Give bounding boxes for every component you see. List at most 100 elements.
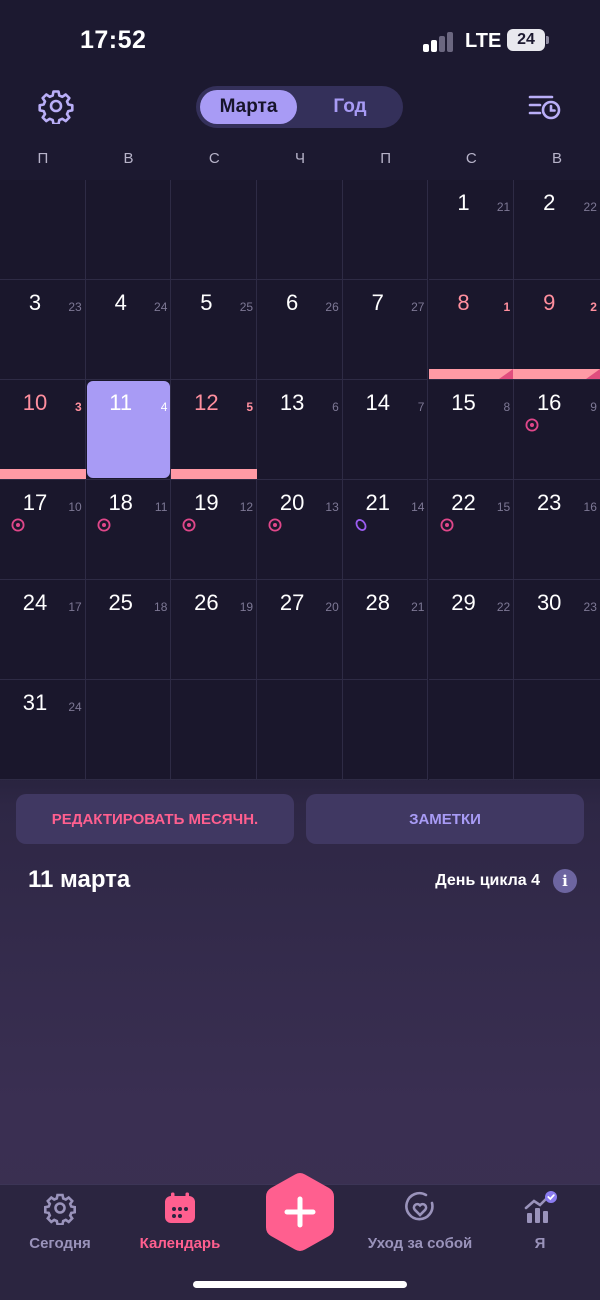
calendar-day-cell[interactable]: 31 24 [0, 680, 86, 780]
cycle-day-number: 3 [75, 400, 82, 414]
add-entry-button[interactable] [262, 1170, 338, 1254]
calendar-day-cell[interactable]: 14 7 [342, 380, 429, 480]
tab-today[interactable]: Сегодня [0, 1191, 120, 1261]
calendar-day-cell[interactable]: 29 22 [428, 580, 515, 680]
calendar-day-cell[interactable]: 6 26 [257, 280, 343, 380]
day-number: 16 [536, 390, 562, 415]
calendar-day-cell[interactable]: 18 11 [85, 480, 172, 580]
calendar-day-cell[interactable]: 24 17 [0, 580, 86, 680]
empty-cell [514, 680, 600, 780]
day-number: 25 [108, 590, 133, 615]
tab-label: Я [534, 1235, 546, 1252]
empty-cell [171, 680, 258, 780]
cycle-day-number: 27 [411, 300, 425, 314]
day-number: 21 [365, 490, 391, 515]
calendar-day-cell[interactable]: 2 22 [514, 180, 600, 280]
battery-tip [546, 36, 549, 44]
calendar-day-cell[interactable]: 4 24 [85, 280, 172, 380]
cycle-day-number: 17 [68, 600, 82, 614]
tab-month[interactable]: Марта [200, 90, 297, 124]
calendar-day-cell[interactable]: 22 15 [428, 480, 515, 580]
calendar-day-cell[interactable]: 19 12 [171, 480, 258, 580]
cycle-day-number: 6 [332, 400, 339, 414]
cycle-day-number: 21 [496, 200, 511, 214]
calendar-day-cell[interactable]: 30 23 [514, 580, 600, 680]
calendar-day-cell[interactable]: 13 6 [257, 380, 343, 480]
calendar-day-cell[interactable]: 10 3 [0, 380, 86, 480]
day-number: 19 [194, 490, 219, 515]
hexagon-plus-icon [265, 1173, 335, 1251]
day-number: 8 [457, 290, 470, 315]
gear-icon [38, 90, 74, 124]
fertile-icon [182, 518, 196, 532]
calendar-icon [165, 1192, 195, 1223]
calendar-day-cell[interactable]: 17 10 [0, 480, 86, 580]
tab-me[interactable]: Я [480, 1191, 600, 1261]
day-number: 29 [451, 590, 476, 615]
notes-button[interactable]: ЗАМЕТКИ [306, 794, 584, 844]
calendar-day-cell[interactable]: 1 21 [428, 180, 515, 280]
empty-cell [171, 180, 258, 280]
settings-button[interactable] [34, 84, 78, 128]
empty-cell [85, 680, 172, 780]
cycle-day-number: 15 [496, 500, 511, 514]
tab-label: Уход за собой [367, 1235, 473, 1252]
cycle-day-number: 7 [417, 400, 425, 414]
day-number: 5 [200, 290, 213, 315]
calendar-day-cell[interactable]: 23 16 [514, 480, 600, 580]
home-indicator [193, 1281, 407, 1288]
calendar-day-cell[interactable]: 3 23 [0, 280, 86, 380]
cycle-day-number: 13 [325, 500, 339, 514]
calendar-day-cell[interactable]: 26 19 [171, 580, 258, 680]
cycle-day-number: 22 [583, 200, 597, 214]
tab-self-care[interactable]: Уход за собой [360, 1191, 480, 1261]
calendar-day-cell[interactable]: 21 14 [342, 480, 429, 580]
cycle-day-number: 9 [590, 400, 597, 414]
weekday-label: П [380, 150, 392, 167]
day-number: 17 [22, 490, 48, 515]
cycle-day-number: 23 [583, 600, 597, 614]
calendar-day-cell[interactable]: 7 27 [342, 280, 429, 380]
day-number: 27 [279, 590, 305, 615]
day-number: 28 [365, 590, 391, 615]
view-switcher: Марта Год [196, 86, 403, 128]
fertile-icon [525, 418, 539, 432]
calendar-day-cell[interactable]: 12 5 [171, 380, 258, 480]
empty-cell [85, 180, 172, 280]
cycle-day-number: 26 [325, 300, 339, 314]
day-number: 24 [22, 590, 48, 615]
calendar-day-cell[interactable]: 5 25 [171, 280, 258, 380]
empty-cell [342, 180, 429, 280]
tab-year[interactable]: Год [301, 90, 399, 124]
calendar-day-cell[interactable]: 20 13 [257, 480, 343, 580]
day-number: 6 [285, 290, 299, 315]
calendar-day-cell[interactable]: 16 9 [514, 380, 600, 480]
calendar-day-cell[interactable]: 28 21 [342, 580, 429, 680]
day-number: 9 [543, 290, 556, 315]
status-bar: 17:52 LTE 24 [0, 0, 600, 82]
fertile-icon [268, 518, 282, 532]
calendar-day-cell[interactable]: 25 18 [85, 580, 172, 680]
cycle-day-number: 2 [590, 300, 597, 314]
edit-period-button[interactable]: РЕДАКТИРОВАТЬ МЕСЯЧН. [16, 794, 294, 844]
cycle-day-number: 25 [239, 300, 254, 314]
day-number: 15 [451, 390, 476, 415]
day-number: 26 [194, 590, 219, 615]
day-number: 31 [22, 690, 48, 715]
top-bar: Марта Год [0, 82, 600, 130]
tab-calendar[interactable]: Календарь [120, 1191, 240, 1261]
cycle-day-number: 16 [583, 500, 597, 514]
calendar-day-cell[interactable]: 27 20 [257, 580, 343, 680]
day-number: 20 [279, 490, 305, 515]
info-icon[interactable]: i [553, 869, 577, 893]
calendar-day-cell[interactable]: 92 [514, 280, 600, 380]
day-number: 12 [194, 390, 219, 415]
calendar-day-cell[interactable]: 15 8 [428, 380, 515, 480]
period-prediction-bar [171, 469, 258, 479]
cycle-day-number: 11 [154, 500, 168, 514]
calendar-day-cell[interactable]: 81 [428, 280, 515, 380]
heart-circle-icon [405, 1191, 434, 1221]
day-number: 4 [114, 290, 127, 315]
calendar-day-cell[interactable]: 11 4 [85, 380, 172, 480]
history-button[interactable] [522, 84, 566, 128]
